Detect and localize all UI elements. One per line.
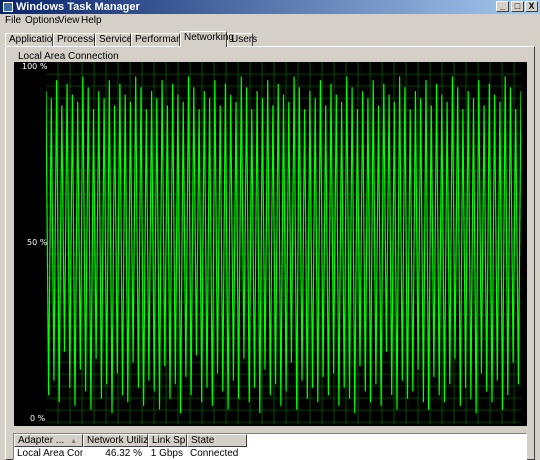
- graph-title: Local Area Connection: [16, 51, 121, 62]
- network-utilization-graph: [46, 62, 521, 424]
- tab-processes[interactable]: Processes: [53, 33, 104, 47]
- minimize-button[interactable]: _: [496, 1, 509, 12]
- cell-link-speed: 1 Gbps: [150, 448, 183, 459]
- sort-arrow-icon: ▲: [70, 438, 78, 445]
- y-label-0: 0 %: [30, 414, 46, 423]
- tab-services[interactable]: Services: [95, 33, 137, 47]
- cell-utilization: 46.32 %: [105, 448, 142, 459]
- menu-file[interactable]: File: [5, 15, 21, 27]
- cell-state: Connected: [190, 448, 239, 459]
- menu-bar: File Options View Help: [0, 14, 540, 28]
- tab-performance[interactable]: Performance: [131, 33, 192, 47]
- close-button[interactable]: X: [525, 1, 538, 12]
- tab-applications[interactable]: Applications: [5, 33, 63, 47]
- task-manager-icon: [3, 2, 13, 12]
- menu-options[interactable]: Options: [25, 15, 59, 27]
- column-header-adapter[interactable]: Adapter ... ▲: [14, 434, 83, 447]
- utilization-line: [46, 76, 521, 414]
- adapter-table: Adapter ... ▲ Network Utiliza... Link Sp.…: [13, 433, 527, 460]
- y-label-50: 50 %: [27, 238, 48, 247]
- cell-adapter: Local Area Conn...: [17, 448, 83, 459]
- title-bar: Windows Task Manager _ □ X: [0, 0, 540, 14]
- menu-help[interactable]: Help: [81, 15, 102, 27]
- menu-view[interactable]: View: [58, 15, 80, 27]
- tab-networking[interactable]: Networking: [180, 31, 234, 47]
- column-header-link-speed[interactable]: Link Sp...: [148, 434, 187, 447]
- y-label-100: 100 %: [22, 62, 48, 71]
- window-title: Windows Task Manager: [16, 1, 140, 13]
- column-header-state[interactable]: State: [187, 434, 247, 447]
- maximize-button[interactable]: □: [511, 1, 524, 12]
- column-header-utilization[interactable]: Network Utiliza...: [83, 434, 148, 447]
- column-header-adapter-label: Adapter ...: [18, 435, 65, 446]
- tab-strip: Applications Processes Services Performa…: [5, 31, 535, 47]
